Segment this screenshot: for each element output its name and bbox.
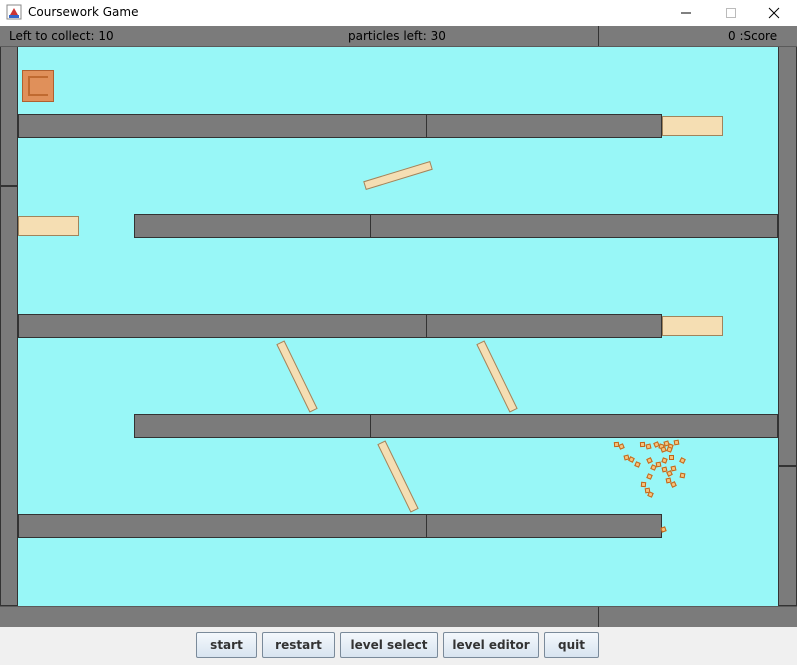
score-label: 0 :Score [728, 29, 778, 43]
bottom-bar [0, 606, 797, 627]
platform-2 [134, 214, 778, 238]
maximize-icon [726, 8, 736, 18]
window-title: Coursework Game [28, 5, 139, 19]
particle [646, 473, 653, 480]
minimize-icon [681, 12, 691, 14]
left-to-collect-label: Left to collect: 10 [9, 29, 114, 43]
java-app-icon [6, 4, 22, 20]
platform-3 [18, 314, 662, 338]
left-wall-lower [0, 186, 18, 606]
bucket-inner [28, 76, 48, 96]
particle [679, 457, 686, 464]
ledge-left-1 [18, 216, 79, 236]
left-wall-upper [0, 46, 18, 186]
level-select-button[interactable]: level select [340, 632, 438, 658]
particle [666, 446, 673, 453]
platform-seam [370, 415, 371, 437]
quit-button[interactable]: quit [544, 632, 599, 658]
particle [669, 455, 674, 460]
platform-1 [18, 114, 662, 138]
particle [650, 464, 657, 471]
platform-seam [370, 215, 371, 237]
particle [647, 491, 654, 498]
minimize-button[interactable] [663, 0, 709, 26]
maximize-button[interactable] [708, 0, 754, 26]
particle [660, 526, 667, 533]
platform-4 [134, 414, 778, 438]
platform-5 [18, 514, 662, 538]
platform-seam [426, 515, 427, 537]
particle [640, 481, 647, 488]
title-bar: Coursework Game [0, 0, 797, 26]
particle [639, 441, 646, 448]
particle [645, 443, 652, 450]
particle [670, 481, 677, 488]
close-icon [768, 7, 780, 19]
start-button[interactable]: start [196, 632, 257, 658]
particle [661, 457, 668, 464]
control-panel: start restart level select level editor … [0, 627, 797, 665]
right-wall-lower [778, 466, 797, 606]
particle [646, 457, 653, 464]
collector-bucket [22, 70, 54, 102]
particles-left-label: particles left: 30 [348, 29, 446, 43]
hud-divider [598, 26, 599, 46]
particle [618, 443, 625, 450]
deflector-plank-2[interactable] [276, 340, 318, 413]
game-canvas[interactable]: Left to collect: 10 particles left: 30 0… [0, 26, 797, 627]
ledge-right-1 [662, 116, 723, 136]
hud-bar: Left to collect: 10 particles left: 30 0… [0, 26, 797, 47]
particle [628, 456, 635, 463]
bottom-divider [598, 607, 599, 627]
close-button[interactable] [751, 0, 797, 26]
particle [679, 472, 686, 479]
level-editor-button[interactable]: level editor [443, 632, 539, 658]
particle [670, 465, 677, 472]
particle [634, 461, 641, 468]
restart-button[interactable]: restart [262, 632, 335, 658]
platform-seam [426, 115, 427, 137]
right-wall-upper [778, 46, 797, 466]
particle [673, 439, 680, 446]
platform-seam [426, 315, 427, 337]
deflector-plank-3[interactable] [476, 340, 518, 413]
ledge-right-2 [662, 316, 723, 336]
deflector-plank-4[interactable] [377, 440, 419, 513]
deflector-plank-1[interactable] [363, 160, 433, 191]
